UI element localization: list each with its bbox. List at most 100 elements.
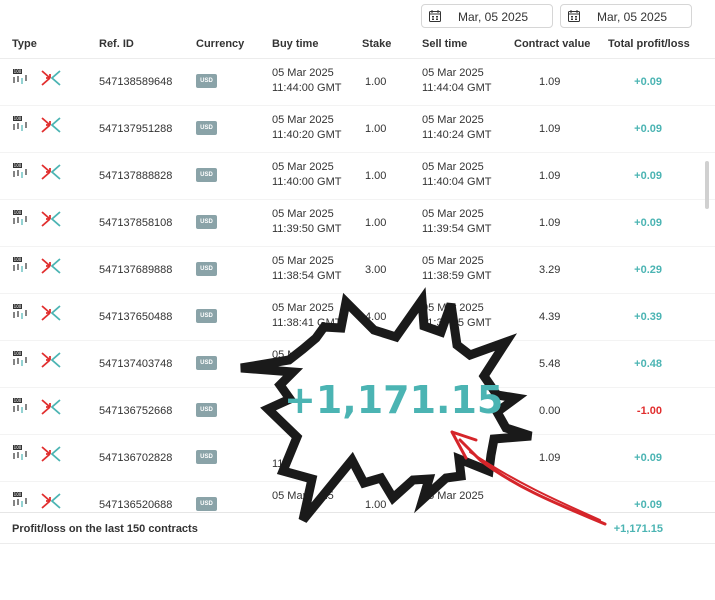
ref-id-cell[interactable]: 547137888828 (99, 169, 172, 184)
buy-date: 05 Mar 2025 (272, 349, 334, 361)
ref-id-cell[interactable]: 547138589648 (99, 75, 172, 90)
sell-clock: 11:38:59 GMT (422, 270, 492, 282)
buy-time-cell: 05 Mar 2025 11:38:54 GMT (272, 254, 342, 284)
sell-time-cell: 05 Mar 2025 (422, 348, 484, 363)
column-buy-time: Buy time (272, 38, 319, 50)
sell-time-cell: 05 Mar 2025 11:40:24 GMT (422, 113, 492, 143)
buy-clock: 11:44:00 GMT (272, 82, 342, 94)
profit-loss-cell: +0.09 (634, 76, 662, 88)
stake-cell: 4.00 (365, 311, 387, 323)
ref-id-cell[interactable]: 547137858108 (99, 216, 172, 231)
buy-clock: 11:37: (272, 364, 302, 376)
buy-time-cell: 05 Mar 2025 11:38:41 GMT (272, 301, 342, 331)
sell-clock: 11:40:24 GMT (422, 129, 492, 141)
stake-cell: 1.00 (365, 123, 387, 135)
ref-id-cell[interactable]: 547137951288 (99, 122, 172, 137)
ref-id-cell[interactable]: 547136520688 (99, 498, 172, 511)
buy-date: 05 Mar 2025 (272, 302, 334, 314)
ref-id-cell[interactable]: 547136702828 (99, 451, 172, 466)
rise-fall-arrows-icon (41, 258, 61, 274)
stake-cell: 3.00 (365, 264, 387, 276)
contract-value-cell: 3.29 (539, 264, 561, 276)
table-header: Type Ref. ID Currency Buy time Stake Sel… (0, 33, 715, 59)
sell-time-cell: 05 Mar 2025 11:39:54 GMT (422, 207, 492, 237)
buy-date: 05 Mar 2025 (272, 114, 334, 126)
svg-text:100: 100 (14, 69, 22, 74)
profit-loss-cell: -1.00 (636, 405, 662, 417)
scrollbar-thumb[interactable] (705, 161, 709, 209)
burst-profit-text: +1,171.15 (284, 378, 504, 422)
column-total-profit-loss: Total profit/loss (608, 38, 690, 50)
buy-time-cell: 11:33: (272, 442, 302, 472)
sell-time-cell: 05 Mar 2025 11:38:59 GMT (422, 254, 492, 284)
sell-date: 05 Mar 2025 (422, 67, 484, 79)
footer-label: Profit/loss on the last 150 contracts (12, 523, 198, 535)
svg-text:100: 100 (14, 163, 22, 168)
buy-clock: 11:39:50 GMT (272, 223, 342, 235)
profit-loss-cell: +0.09 (634, 499, 662, 511)
buy-time-cell: 05 Mar 2025 (272, 489, 334, 504)
calendar-icon (429, 10, 441, 22)
sell-date: 05 Mar 2025 (422, 114, 484, 126)
multiplier-100-chart-icon: 100 (13, 398, 27, 413)
table-row[interactable]: 100 547136702828 USD 11:33: 1.09 +0.09 (0, 435, 715, 482)
statement-table-body: 100 547138589648 USD 05 Mar 2025 11:44:00 GM… (0, 59, 715, 511)
table-row[interactable]: 100 547138589648 USD 05 Mar 2025 11:44:00 GM… (0, 59, 715, 106)
sell-date: 05 Mar 2025 (422, 302, 484, 314)
currency-badge: USD (196, 121, 217, 135)
multiplier-100-chart-icon: 100 (13, 257, 27, 272)
profit-loss-cell: +0.09 (634, 217, 662, 229)
currency-badge: USD (196, 497, 217, 511)
currency-badge: USD (196, 356, 217, 370)
buy-clock: 11:40:20 GMT (272, 129, 342, 141)
svg-text:100: 100 (14, 351, 22, 356)
buy-clock: 11:38:41 GMT (272, 317, 342, 329)
sell-time-cell: 05 Mar 2025 (422, 489, 484, 504)
profit-loss-cell: +0.09 (634, 123, 662, 135)
ref-id-cell[interactable]: 547136752668 (99, 404, 172, 419)
currency-badge: USD (196, 215, 217, 229)
table-footer: Profit/loss on the last 150 contracts +1… (0, 512, 715, 544)
stake-cell: 1.00 (365, 170, 387, 182)
column-currency: Currency (196, 38, 245, 50)
rise-fall-arrows-icon (41, 305, 61, 321)
buy-date: 05 Mar 2025 (272, 67, 334, 79)
sell-clock: 11:39:54 GMT (422, 223, 492, 235)
sell-clock: 11:40:04 GMT (422, 176, 492, 188)
contract-value-cell: 5.48 (539, 358, 561, 370)
table-row[interactable]: 100 547137689888 USD 05 Mar 2025 11:38:54 GM… (0, 247, 715, 294)
currency-badge: USD (196, 168, 217, 182)
profit-loss-cell: +0.48 (634, 358, 662, 370)
rise-fall-arrows-icon (41, 70, 61, 86)
ref-id-cell[interactable]: 547137689888 (99, 263, 172, 278)
buy-date: 05 Mar 2025 (272, 490, 334, 502)
date-from-picker[interactable]: Mar, 05 2025 (421, 4, 553, 28)
ref-id-cell[interactable]: 547137650488 (99, 310, 172, 325)
rise-fall-arrows-icon (41, 211, 61, 227)
footer-total: +1,171.15 (613, 523, 663, 535)
rise-fall-arrows-icon (41, 117, 61, 133)
svg-text:100: 100 (14, 398, 22, 403)
buy-time-cell: 05 Mar 2025 11:40:20 GMT (272, 113, 342, 143)
date-to-value: Mar, 05 2025 (597, 10, 668, 24)
multiplier-100-chart-icon: 100 (13, 304, 27, 319)
date-to-picker[interactable]: Mar, 05 2025 (560, 4, 692, 28)
contract-value-cell: 4.39 (539, 311, 561, 323)
contract-value-cell: 0.00 (539, 405, 561, 417)
table-row[interactable]: 100 547137888828 USD 05 Mar 2025 11:40:00 GM… (0, 153, 715, 200)
sell-date: 05 Mar 2025 (422, 490, 484, 502)
profit-loss-cell: +0.09 (634, 452, 662, 464)
sell-date: 05 Mar 2025 (422, 161, 484, 173)
buy-date: 05 Mar 2025 (272, 255, 334, 267)
currency-badge: USD (196, 74, 217, 88)
currency-badge: USD (196, 450, 217, 464)
ref-id-cell[interactable]: 547137403748 (99, 357, 172, 372)
contract-value-cell: 1.09 (539, 76, 561, 88)
contract-value-cell: 1.09 (539, 217, 561, 229)
table-row[interactable]: 100 547137858108 USD 05 Mar 2025 11:39:50 GM… (0, 200, 715, 247)
contract-value-cell: 1.09 (539, 452, 561, 464)
table-row[interactable]: 100 547136520688 USD 05 Mar 2025 1.00 05 Mar … (0, 482, 715, 511)
table-row[interactable]: 100 547137650488 USD 05 Mar 2025 11:38:41 GM… (0, 294, 715, 341)
table-row[interactable]: 100 547137951288 USD 05 Mar 2025 11:40:20 GM… (0, 106, 715, 153)
buy-time-cell: 05 Mar 2025 11:39:50 GMT (272, 207, 342, 237)
